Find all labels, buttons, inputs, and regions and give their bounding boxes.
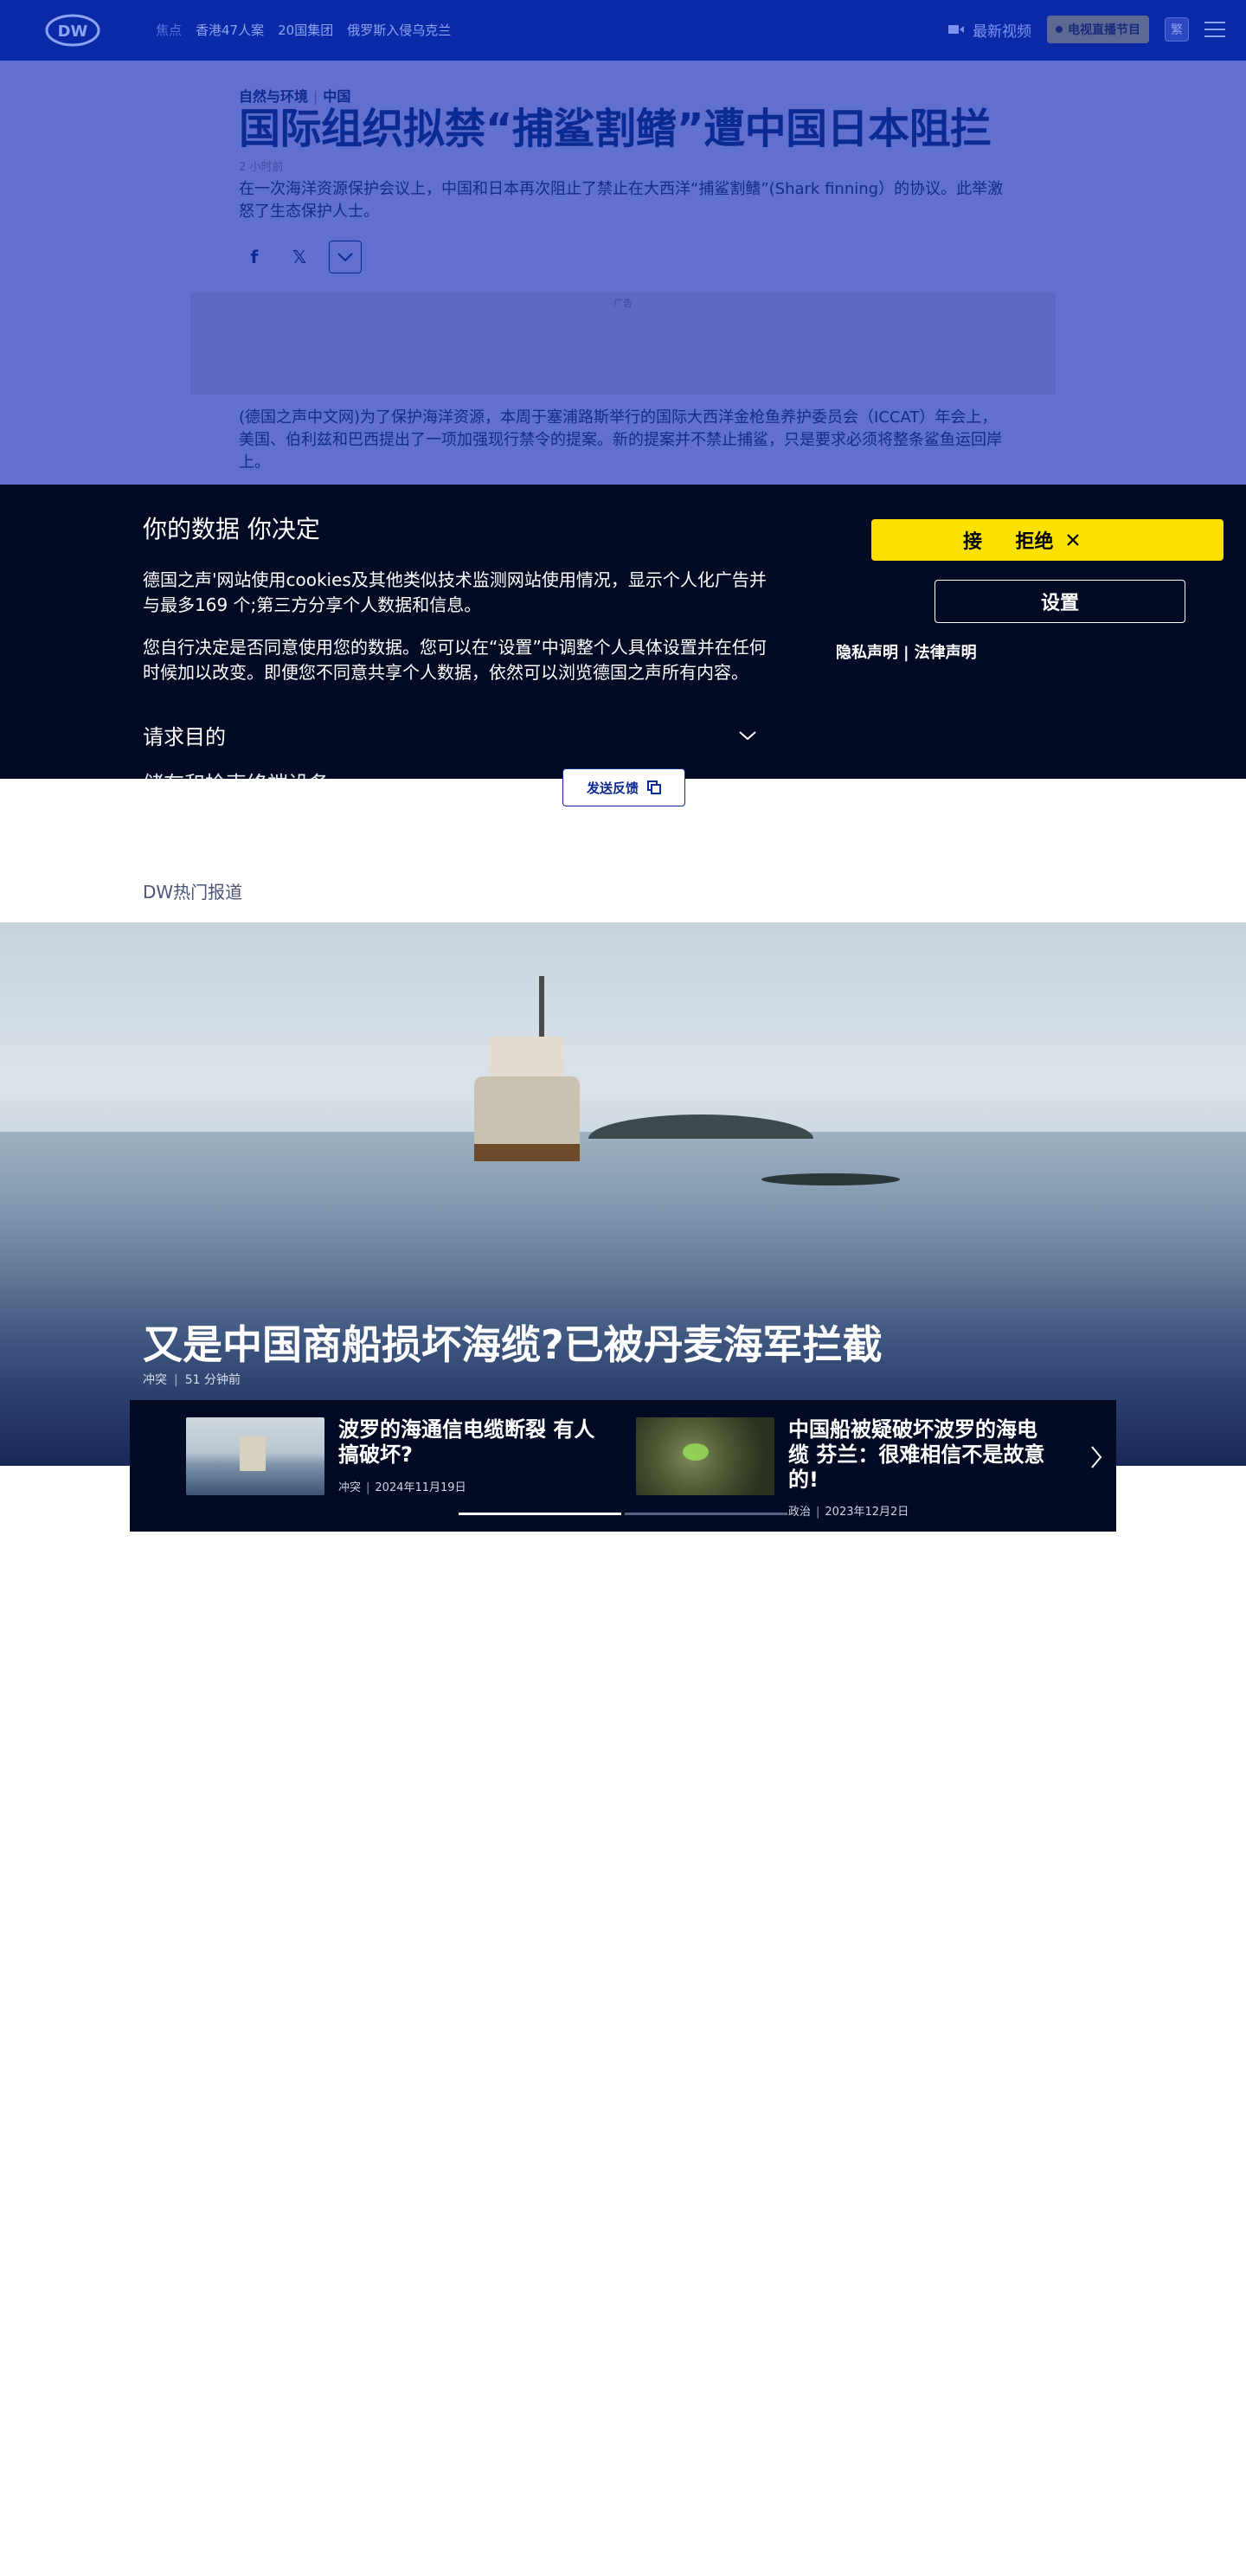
privacy-link[interactable]: 隐私声明 (836, 644, 898, 662)
x-icon[interactable]: 𝕏 (284, 241, 315, 273)
carousel-progress-segment[interactable] (625, 1513, 787, 1515)
hero-meta: 冲突 | 51 分钟前 (143, 1373, 241, 1387)
nav-link-hk47[interactable]: 香港47人案 (196, 21, 264, 39)
legal-link[interactable]: 法律声明 (915, 644, 977, 662)
chevron-down-icon (739, 730, 756, 740)
hero-headline[interactable]: 又是中国商船损坏海缆?已被丹麦海军拦截 (143, 1314, 883, 1371)
cookie-purpose-toggle[interactable]: 请求目的 (143, 720, 757, 750)
svg-text:DW: DW (58, 22, 88, 41)
nav-link-ukraine[interactable]: 俄罗斯入侵乌克兰 (347, 21, 451, 39)
copy-icon (647, 781, 661, 794)
article-kicker: 自然与环境 | 中国 (239, 88, 351, 105)
carousel-card-meta: 冲突 | 2024年11月19日 (338, 1481, 466, 1494)
live-tv-label: 电视直播节目 (1068, 23, 1140, 37)
reject-button-prefix: 接 (963, 531, 983, 553)
cookie-consent-banner: 你的数据 你决定 德国之声'网站使用cookies及其他类似技术监测网站使用情况… (0, 485, 1246, 779)
hero-rock (761, 1173, 900, 1185)
carousel-progress (459, 1513, 787, 1515)
carousel-card-title: 波罗的海通信电缆断裂 有人搞破坏? (338, 1417, 595, 1467)
carousel-thumbnail (636, 1417, 774, 1495)
hamburger-menu-icon[interactable] (1204, 22, 1225, 37)
live-tv-button[interactable]: 电视直播节目 (1047, 16, 1149, 43)
carousel-card[interactable]: 中国船被疑破坏波罗的海电缆 芬兰：很难相信不是故意的! 政治 | 2023年12月2… (636, 1417, 1048, 1519)
ship-waterline (474, 1144, 580, 1161)
section-title-top-stories: DW热门报道 (143, 882, 243, 903)
latest-video-label: 最新视频 (973, 22, 1031, 41)
reject-button[interactable]: 接 拒绝 (871, 519, 1224, 561)
facebook-icon[interactable]: f (239, 241, 270, 273)
live-dot-icon (1056, 26, 1063, 33)
send-feedback-button[interactable]: 发送反馈 (562, 768, 685, 806)
language-switch-button[interactable]: 繁 (1165, 17, 1189, 42)
video-camera-icon (948, 25, 964, 34)
feedback-label: 发送反馈 (586, 780, 639, 796)
cookie-title: 你的数据 你决定 (143, 515, 320, 543)
top-nav: 焦点 香港47人案 20国集团 俄罗斯入侵乌克兰 (156, 21, 451, 39)
carousel-progress-segment[interactable] (459, 1513, 621, 1515)
hero-category: 冲突 (143, 1373, 167, 1387)
cookie-storage-section[interactable]: 储存和检索终端设备 (143, 767, 330, 779)
article-body: (德国之声中文网)为了保护海洋资源，本周于塞浦路斯举行的国际大西洋金枪鱼养护委员… (239, 408, 1002, 472)
carousel-card-meta: 政治 | 2023年12月2日 (788, 1506, 909, 1519)
chevron-right-icon[interactable] (1090, 1445, 1102, 1469)
ad-label: 广告 (613, 298, 633, 309)
ship-mast (539, 976, 544, 1042)
latest-video-link[interactable]: 最新视频 (948, 19, 1031, 41)
close-icon (1066, 534, 1079, 546)
carousel-thumbnail (186, 1417, 324, 1495)
site-header: DW 焦点 香港47人案 20国集团 俄罗斯入侵乌克兰 最新视频 电视直播节目 … (0, 0, 1246, 61)
cookie-purpose-label: 请求目的 (143, 725, 226, 749)
nav-link-g20[interactable]: 20国集团 (278, 21, 333, 39)
carousel-card[interactable]: 波罗的海通信电缆断裂 有人搞破坏? 冲突 | 2024年11月19日 (186, 1417, 598, 1495)
cookie-text-1: 德国之声'网站使用cookies及其他类似技术监测网站使用情况，显示个人化广告并… (143, 569, 767, 615)
hero-island (588, 1115, 813, 1139)
cookie-links: 隐私声明 | 法律声明 (836, 644, 977, 662)
reject-button-label: 拒绝 (1015, 531, 1054, 553)
article-lead: 在一次海洋资源保护会议上，中国和日本再次阻止了禁止在大西洋“捕鲨割鳍”(Shar… (239, 180, 1004, 222)
cookie-text-2: 您自行决定是否同意使用您的数据。您可以在“设置”中调整个人具体设置并在任何时候加… (143, 637, 767, 683)
kicker-link-china[interactable]: 中国 (323, 88, 350, 105)
share-more-button[interactable] (329, 241, 362, 273)
chevron-down-icon (337, 253, 353, 262)
settings-button[interactable]: 设置 (934, 580, 1185, 623)
hero-time: 51 分钟前 (184, 1373, 241, 1387)
kicker-link-environment[interactable]: 自然与环境 (239, 88, 308, 105)
article-time: 2 小时前 (239, 161, 284, 174)
related-carousel: 波罗的海通信电缆断裂 有人搞破坏? 冲突 | 2024年11月19日 中国船被疑破坏… (130, 1400, 1116, 1532)
ad-slot: 广告 (190, 292, 1056, 395)
carousel-card-title: 中国船被疑破坏波罗的海电缆 芬兰：很难相信不是故意的! (788, 1417, 1045, 1492)
article-title: 国际组织拟禁“捕鲨割鳍”遭中国日本阻拦 (239, 105, 992, 153)
share-bar: f 𝕏 (239, 241, 1009, 273)
nav-link-focus[interactable]: 焦点 (156, 21, 182, 39)
article-section: 自然与环境 | 中国 国际组织拟禁“捕鲨割鳍”遭中国日本阻拦 2 小时前 在一次海洋… (0, 61, 1246, 485)
dw-logo[interactable]: DW (45, 14, 100, 47)
